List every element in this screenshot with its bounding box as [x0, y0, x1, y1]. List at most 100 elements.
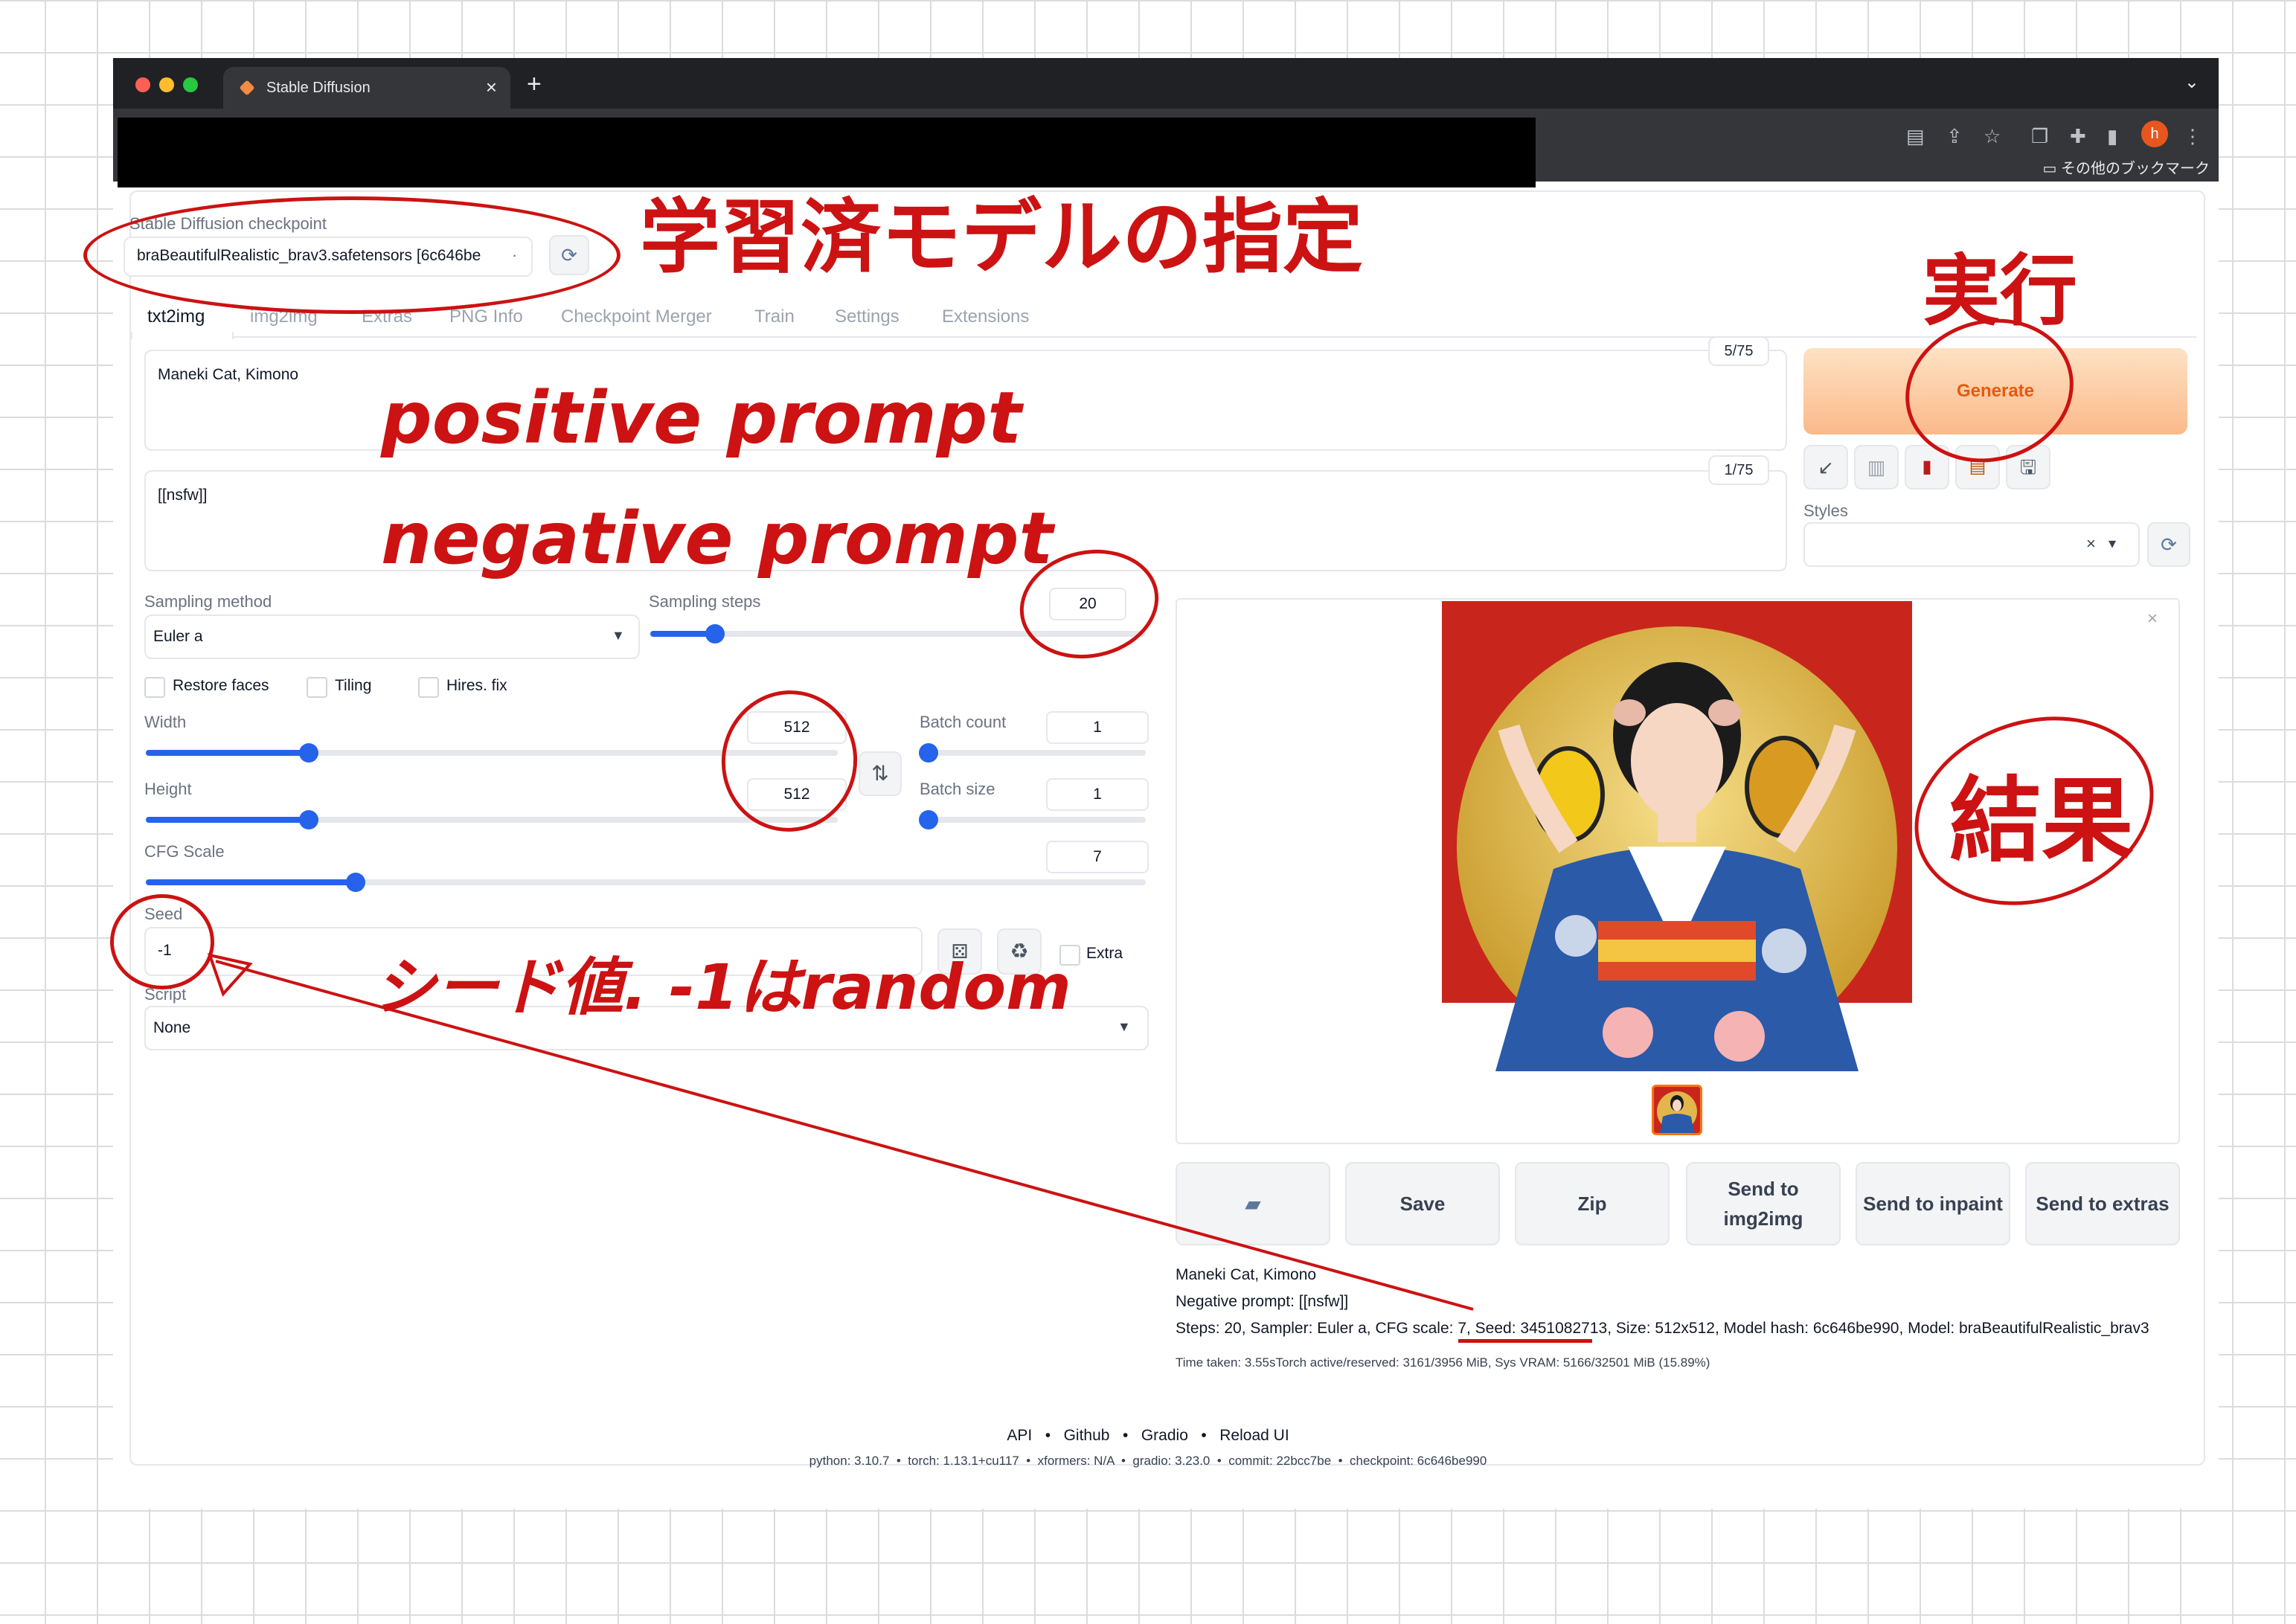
info-params-prefix: Steps: 20, Sampler: Euler a, CFG scale: … — [1176, 1320, 1475, 1337]
browser-tab[interactable]: Stable Diffusion × — [223, 67, 510, 109]
batch-count-input[interactable]: 1 — [1046, 711, 1149, 744]
cfg-scale-input[interactable]: 7 — [1046, 841, 1149, 873]
script-value: None — [153, 1019, 191, 1036]
prompt-text: Maneki Cat, Kimono — [158, 366, 299, 383]
info-time-taken: Time taken: 3.55sTorch active/reserved: … — [1176, 1355, 1710, 1370]
gallery-close-icon[interactable]: × — [2147, 609, 2158, 629]
swap-dimensions-icon[interactable]: ⇅ — [859, 751, 902, 796]
close-window-button[interactable] — [135, 77, 150, 92]
active-tab-marker — [131, 332, 234, 339]
sampling-method-value: Euler a — [153, 628, 203, 645]
footer-links: API • Github • Gradio • Reload UI — [0, 1427, 2296, 1445]
hires-fix-checkbox[interactable] — [418, 677, 439, 698]
prompt-token-counter: 5/75 — [1708, 336, 1769, 366]
batch-size-slider[interactable] — [919, 810, 1146, 829]
slider-thumb[interactable] — [919, 743, 938, 763]
styles-chevron-icon: ▾ — [2109, 536, 2117, 552]
annotation-seed-text: シード値. -1はrandom — [373, 951, 1071, 1024]
info-params: Steps: 20, Sampler: Euler a, CFG scale: … — [1176, 1320, 2149, 1338]
read-params-arrow-icon[interactable]: ↙ — [1803, 445, 1848, 490]
browser-tab-title: Stable Diffusion — [266, 80, 371, 96]
tabs-divider — [131, 336, 2196, 338]
send-to-img2img-button[interactable]: Send to img2img — [1686, 1162, 1841, 1245]
send-to-extras-button[interactable]: Send to extras — [2025, 1162, 2180, 1245]
profile-avatar[interactable]: h — [2141, 121, 2168, 147]
negative-prompt-text: [[nsfw]] — [158, 487, 208, 504]
styles-dropdown[interactable]: × ▾ — [1803, 522, 2140, 567]
sampling-method-label: Sampling method — [144, 592, 272, 611]
tab-txt2img[interactable]: txt2img — [147, 306, 205, 327]
stable-diffusion-favicon-icon — [239, 80, 255, 96]
zip-button[interactable]: Zip — [1515, 1162, 1670, 1245]
annotation-result-text: 結果 — [1949, 768, 2135, 875]
footer-link-gradio[interactable]: Gradio — [1141, 1427, 1188, 1444]
folder-icon: ▰ — [1245, 1193, 1260, 1215]
other-bookmarks-folder[interactable]: ▭ その他のブックマーク — [2043, 156, 2210, 178]
chevron-down-icon: ▼ — [612, 628, 625, 643]
info-negative-prompt: Negative prompt: [[nsfw]] — [1176, 1293, 1349, 1310]
footer-separator: • — [1201, 1427, 1207, 1444]
tab-checkpoint-merger[interactable]: Checkpoint Merger — [561, 306, 712, 327]
annotation-model-text: 学習済モデルの指定 — [640, 191, 1364, 284]
height-slider[interactable] — [146, 810, 838, 829]
cfg-scale-label: CFG Scale — [144, 842, 225, 861]
sampling-method-dropdown[interactable]: Euler a ▼ — [144, 614, 640, 659]
trash-icon[interactable]: ▥ — [1854, 445, 1899, 490]
footer-separator: • — [1122, 1427, 1129, 1444]
browser-menu-icon[interactable]: ⋮ — [2183, 125, 2202, 148]
refresh-styles-icon[interactable]: ⟳ — [2147, 522, 2190, 567]
slider-thumb[interactable] — [705, 624, 725, 643]
new-tab-icon[interactable]: + — [527, 70, 542, 99]
generated-image[interactable] — [1442, 601, 1912, 1071]
tiling-checkbox[interactable] — [307, 677, 327, 698]
batch-size-label: Batch size — [920, 780, 995, 798]
annotation-seed-underline — [1458, 1339, 1592, 1343]
restore-faces-label: Restore faces — [173, 677, 269, 694]
gallery-thumbnail-artwork — [1657, 1091, 1697, 1133]
cfg-scale-slider[interactable] — [146, 873, 1146, 892]
extra-seed-label: Extra — [1086, 945, 1123, 962]
tab-png-info[interactable]: PNG Info — [449, 306, 523, 327]
batch-size-input[interactable]: 1 — [1046, 778, 1149, 811]
maximize-window-button[interactable] — [183, 77, 198, 92]
gallery-thumbnail[interactable] — [1652, 1085, 1702, 1135]
info-params-suffix: , Size: 512x512, Model hash: 6c646be990,… — [1607, 1320, 2149, 1337]
info-prompt: Maneki Cat, Kimono — [1176, 1266, 1317, 1283]
open-folder-button[interactable]: ▰ — [1176, 1162, 1330, 1245]
restore-faces-checkbox[interactable] — [144, 677, 165, 698]
slider-thumb[interactable] — [298, 810, 318, 829]
tab-extensions[interactable]: Extensions — [942, 306, 1029, 327]
close-tab-icon[interactable]: × — [486, 76, 497, 99]
translate-icon[interactable]: ▤ — [1906, 125, 1925, 148]
bookmark-star-icon[interactable]: ☆ — [1984, 125, 2001, 148]
slider-thumb[interactable] — [919, 810, 938, 829]
copy-icon[interactable]: ❐ — [2031, 125, 2048, 148]
footer-link-github[interactable]: Github — [1064, 1427, 1110, 1444]
slider-thumb[interactable] — [298, 743, 318, 763]
tab-train[interactable]: Train — [754, 306, 795, 327]
annotation-seed-ellipse — [110, 894, 214, 989]
hires-fix-label: Hires. fix — [446, 677, 507, 694]
width-label: Width — [144, 713, 187, 731]
slider-fill — [146, 817, 309, 823]
footer-link-api[interactable]: API — [1007, 1427, 1032, 1444]
extensions-puzzle-icon[interactable]: ✚ — [2070, 125, 2086, 148]
batch-count-slider[interactable] — [919, 743, 1146, 763]
share-icon[interactable]: ⇪ — [1946, 125, 1963, 148]
batch-count-label: Batch count — [920, 713, 1007, 731]
footer-link-reload-ui[interactable]: Reload UI — [1219, 1427, 1289, 1444]
other-bookmarks-label: その他のブックマーク — [2061, 161, 2210, 177]
tab-settings[interactable]: Settings — [835, 306, 900, 327]
height-label: Height — [144, 780, 192, 798]
save-button[interactable]: Save — [1345, 1162, 1500, 1245]
slider-fill — [146, 879, 356, 885]
styles-label: Styles — [1803, 501, 1848, 520]
footer-separator: • — [1045, 1427, 1051, 1444]
side-panel-icon[interactable]: ▮ — [2107, 125, 2117, 148]
clear-styles-icon[interactable]: × — [2086, 534, 2096, 553]
tab-search-chevron-icon[interactable]: ⌄ — [2184, 71, 2199, 93]
minimize-window-button[interactable] — [159, 77, 174, 92]
footer-versions: python: 3.10.7 • torch: 1.13.1+cu117 • x… — [809, 1454, 1487, 1468]
send-to-inpaint-button[interactable]: Send to inpaint — [1856, 1162, 2010, 1245]
chevron-down-icon: ▼ — [1117, 1019, 1131, 1034]
